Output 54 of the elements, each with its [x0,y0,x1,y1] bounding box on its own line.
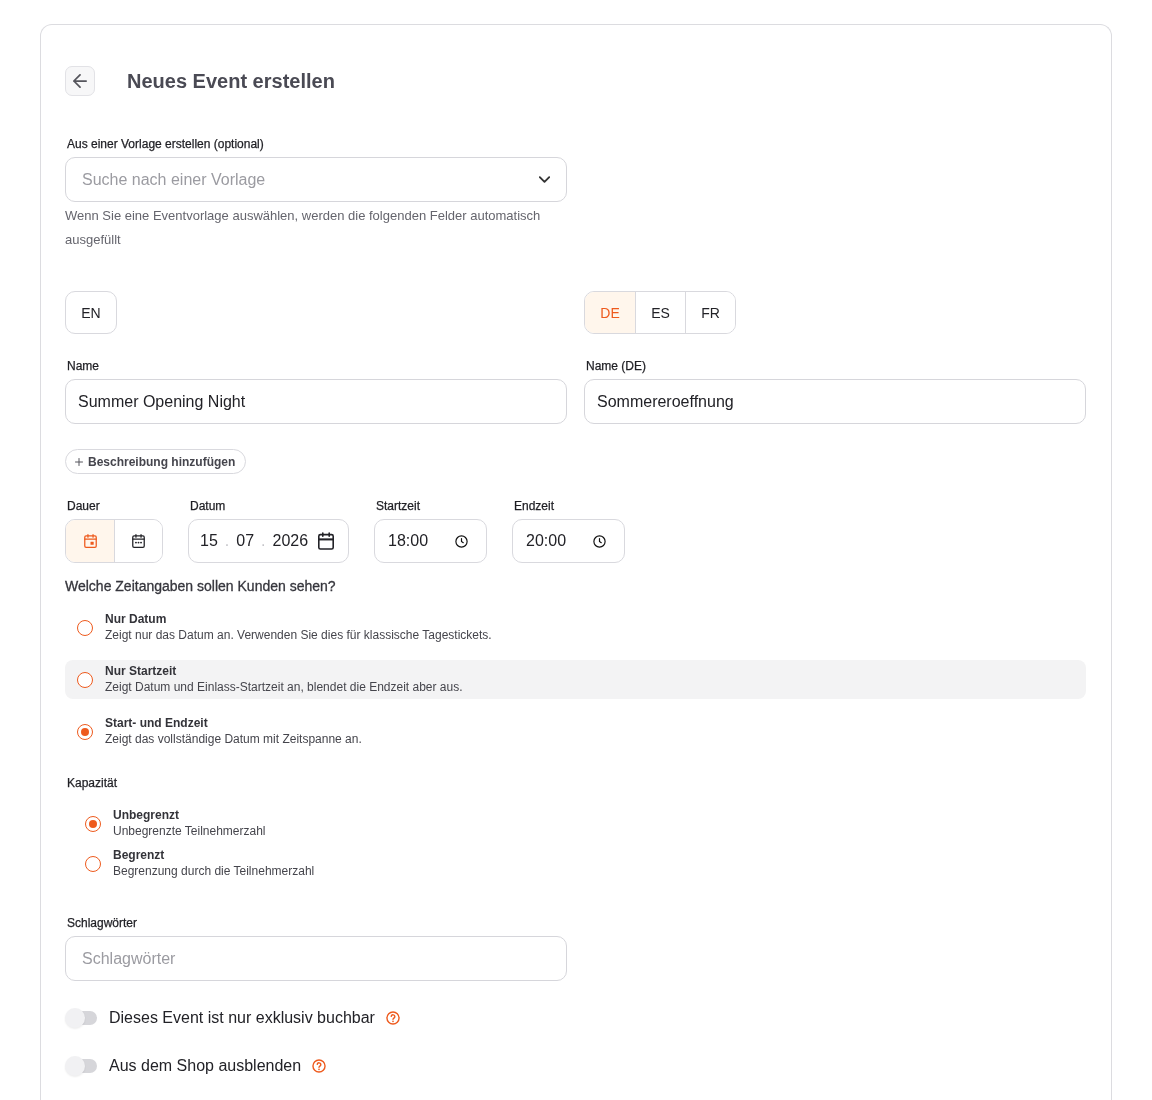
highlighted-option-row[interactable]: Nur Startzeit Zeigt Datum und Einlass-Startzeit an, blendet die Endzeit aber aus. [65,660,1086,699]
field-label: Kapazität [66,776,119,791]
option-title: Nur Datum [105,612,168,627]
field-label: Datum [189,499,227,514]
option-title: Start- und Endzeit [105,716,209,731]
arrow-left-icon [73,74,87,88]
toggle-switch[interactable] [65,1056,97,1076]
option-title: Nur Startzeit [105,664,178,679]
option-description: Begrenzung durch die Teilnehmerzahl [113,863,315,879]
language-tab[interactable]: FR [685,292,735,333]
clock-icon [455,534,468,548]
toggle-label: Dieses Event ist nur exklusiv buchbar [109,1008,375,1028]
hint-text: Wenn Sie eine Eventvorlage auswählen, werden die folgenden Felder automatisch ausgefüllt [65,207,542,249]
option-title: Begrenzt [113,848,166,863]
duration-option[interactable] [114,520,162,562]
option-description: Zeigt Datum und Einlass-Startzeit an, blendet die Endzeit aber aus. [105,679,463,695]
toggle-label: Aus dem Shop ausblenden [109,1056,302,1076]
field-label: Name (DE) [585,359,647,374]
help-icon [385,1011,400,1025]
field-label: Aus einer Vorlage erstellen (optional) [66,137,265,152]
chevron-down-icon [539,176,550,183]
field-label: Schlagwörter [66,916,139,931]
page-title: Neues Event erstellen [127,69,335,93]
field-label: Dauer [66,499,101,514]
option-title: Unbegrenzt [113,808,180,823]
help-icon [312,1059,327,1073]
text-input[interactable]: Sommereroeffnung [584,379,1086,424]
time-field[interactable]: 20:00 [512,519,625,563]
option-description: Zeigt das vollständige Datum mit Zeitspanne an. [105,731,362,747]
option-description: Unbegrenzte Teilnehmerzahl [113,823,266,839]
option-description: Zeigt nur das Datum an. Verwenden Sie dies für klassische Tagestickets. [105,627,492,643]
calendar-day-icon [83,534,97,548]
calendar-dots-icon [132,534,145,548]
radio-button[interactable] [77,619,93,636]
field-label: Name [66,359,100,374]
template-select[interactable]: Suche nach einer Vorlage [65,157,567,202]
calendar-icon [318,532,334,550]
text-input[interactable]: Summer Opening Night [65,379,567,424]
radio-button[interactable] [77,723,93,740]
radio-button[interactable] [85,815,101,832]
radio-button[interactable] [85,855,101,872]
toggle-switch[interactable] [65,1008,97,1028]
language-tab[interactable]: EN [65,291,117,334]
plus-icon [75,457,83,466]
clock-icon [593,534,606,548]
tags-input[interactable]: Schlagwörter [65,936,567,981]
time-field[interactable]: 18:00 [374,519,487,563]
question-text: Welche Zeitangaben sollen Kunden sehen? [65,578,337,595]
date-field[interactable]: 15 . 07 . 2026 [188,519,349,563]
back-button[interactable] [65,66,95,96]
radio-button[interactable] [77,671,93,688]
field-label: Endzeit [513,499,556,514]
add-description-button[interactable]: Beschreibung hinzufügen [65,449,247,474]
field-label: Startzeit [375,499,421,514]
